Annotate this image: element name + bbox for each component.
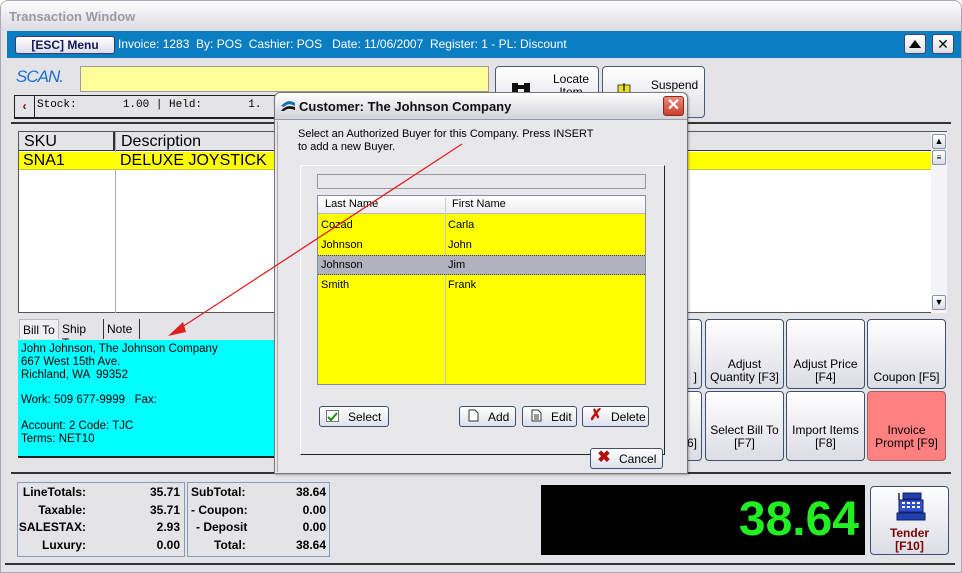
adjust-price-button[interactable]: Adjust Price [F4]: [786, 319, 865, 389]
invoice-info-bar: [ESC] Menu Invoice: 1283 By: POS Cashier…: [7, 31, 961, 58]
buyer-list-header: Last Name First Name: [318, 196, 645, 214]
edit-button[interactable]: Edit: [522, 406, 577, 427]
coupon-button[interactable]: Coupon [F5]: [867, 319, 946, 389]
new-document-icon: [466, 409, 480, 423]
minimize-panel-button[interactable]: [904, 34, 926, 54]
delete-x-icon: ✗: [589, 407, 603, 424]
stock-prev-button[interactable]: ‹: [15, 96, 35, 118]
invoice-prompt-button[interactable]: Invoice Prompt [F9]: [867, 391, 946, 461]
subtotal-label: SubTotal:: [191, 485, 246, 499]
grid-scrollbar[interactable]: ▲ ≡ ▼: [931, 132, 947, 313]
deposit-value: 0.00: [302, 520, 326, 534]
bill-to-line: Work: 509 677-9999 Fax:: [21, 394, 157, 407]
dialog-title: Customer: The Johnson Company: [299, 99, 512, 114]
luxury-value: 0.00: [156, 538, 180, 552]
total-value: 38.64: [295, 538, 326, 552]
window-title: Transaction Window: [9, 9, 136, 24]
bill-to-line: John Johnson, The Johnson Company: [21, 343, 218, 355]
edit-document-icon: [529, 409, 543, 423]
cell-sku: SNA1: [23, 152, 65, 169]
dialog-title-bar: Customer: The Johnson Company ✕: [275, 93, 687, 120]
scroll-thumb[interactable]: ≡: [932, 150, 946, 165]
import-items-button[interactable]: Import Items [F8]: [786, 391, 865, 461]
list-item[interactable]: Johnson John: [318, 235, 645, 255]
select-bill-to-button[interactable]: Select Bill To [F7]: [705, 391, 784, 461]
deposit-label: - Deposit: [196, 520, 248, 534]
bill-to-line: [21, 407, 272, 420]
cash-register-icon: [896, 492, 926, 521]
checkmark-icon: [326, 410, 339, 422]
list-item[interactable]: Cozad Carla: [318, 215, 645, 235]
delete-button[interactable]: ✗ Delete: [582, 406, 649, 427]
buyer-search-input[interactable]: [317, 174, 646, 189]
dialog-close-button[interactable]: ✕: [663, 96, 684, 116]
list-item-selected[interactable]: Johnson Jim: [318, 255, 645, 275]
grand-total-display: 38.64: [541, 485, 865, 555]
divider: [5, 563, 955, 565]
stock-info-bar: ‹ Stock: 1.00 | Held: 1.: [14, 95, 289, 119]
tab-note[interactable]: Note: [104, 319, 140, 339]
bill-to-panel: John Johnson, The Johnson Company 667 We…: [18, 340, 275, 458]
salestax-value: 2.93: [156, 520, 180, 534]
coupon-value: 0.00: [302, 503, 326, 517]
line-totals-value: 35.71: [149, 485, 180, 499]
app-logo-icon: [281, 101, 295, 111]
bill-to-line: Account: 2 Code: TJC: [21, 419, 134, 432]
esc-menu-button[interactable]: [ESC] Menu: [15, 36, 115, 54]
list-item[interactable]: Smith Frank: [318, 275, 645, 295]
total-label: Total:: [214, 538, 246, 552]
coupon-label: - Coupon:: [191, 503, 248, 517]
bill-to-line: [21, 381, 272, 394]
cancel-button[interactable]: ✖ Cancel: [590, 448, 663, 469]
column-header-description[interactable]: Description: [116, 132, 201, 151]
suspend-label: Suspend: [650, 78, 699, 92]
tab-bill-to[interactable]: Bill To: [19, 319, 59, 339]
close-window-button[interactable]: ✕: [932, 34, 954, 54]
scroll-down-button[interactable]: ▼: [932, 295, 946, 310]
adjust-quantity-button[interactable]: Adjust Quantity [F3]: [705, 319, 784, 389]
subtotal-value: 38.64: [295, 485, 326, 499]
bill-to-line: 667 West 15th Ave.: [21, 355, 121, 368]
title-bar: Transaction Window: [1, 1, 961, 31]
stock-text: Stock: 1.00 | Held: 1.: [37, 99, 262, 111]
customer-buyer-dialog: Customer: The Johnson Company ✕ Select a…: [274, 92, 688, 474]
tab-ship-to[interactable]: Ship To: [59, 319, 104, 350]
dialog-message: Select an Authorized Buyer for this Comp…: [298, 128, 594, 153]
add-button[interactable]: Add: [459, 406, 516, 427]
totals-left-box: LineTotals: 35.71 Taxable: 35.71 SALESTAX:…: [17, 482, 185, 557]
column-header-sku[interactable]: SKU: [19, 132, 115, 151]
totals-right-box: SubTotal: 38.64 - Coupon: 0.00 - Deposit 0.…: [187, 482, 330, 557]
bill-to-line: Richland, WA 99352: [21, 368, 128, 381]
invoice-info-text: Invoice: 1283 By: POS Cashier: POS Date:…: [118, 37, 567, 51]
scan-label: SCAN.: [16, 67, 64, 86]
cell-description: DELUXE JOYSTICK: [120, 152, 267, 169]
buyer-list-group: Last Name First Name Cozad Carla Johnson…: [300, 165, 665, 455]
column-header-last-name[interactable]: Last Name: [325, 198, 378, 210]
luxury-label: Luxury:: [41, 538, 86, 552]
scan-input[interactable]: [80, 66, 489, 92]
taxable-value: 35.71: [149, 503, 180, 517]
salestax-label: SALESTAX:: [18, 520, 86, 534]
dialog-body: Select an Authorized Buyer for this Comp…: [277, 121, 685, 472]
line-totals-label: LineTotals:: [22, 485, 86, 499]
buyer-list[interactable]: Last Name First Name Cozad Carla Johnson…: [317, 195, 646, 385]
triangle-up-icon: [909, 40, 921, 48]
select-button[interactable]: Select: [319, 406, 389, 427]
taxable-label: Taxable:: [38, 503, 86, 517]
cancel-x-icon: ✖: [597, 449, 611, 466]
column-header-first-name[interactable]: First Name: [445, 198, 506, 212]
scroll-up-button[interactable]: ▲: [932, 134, 946, 149]
tender-button[interactable]: Tender [F10]: [870, 486, 949, 555]
bill-to-line: Terms: NET10: [21, 432, 95, 445]
tender-label: Tender [F10]: [889, 526, 930, 553]
